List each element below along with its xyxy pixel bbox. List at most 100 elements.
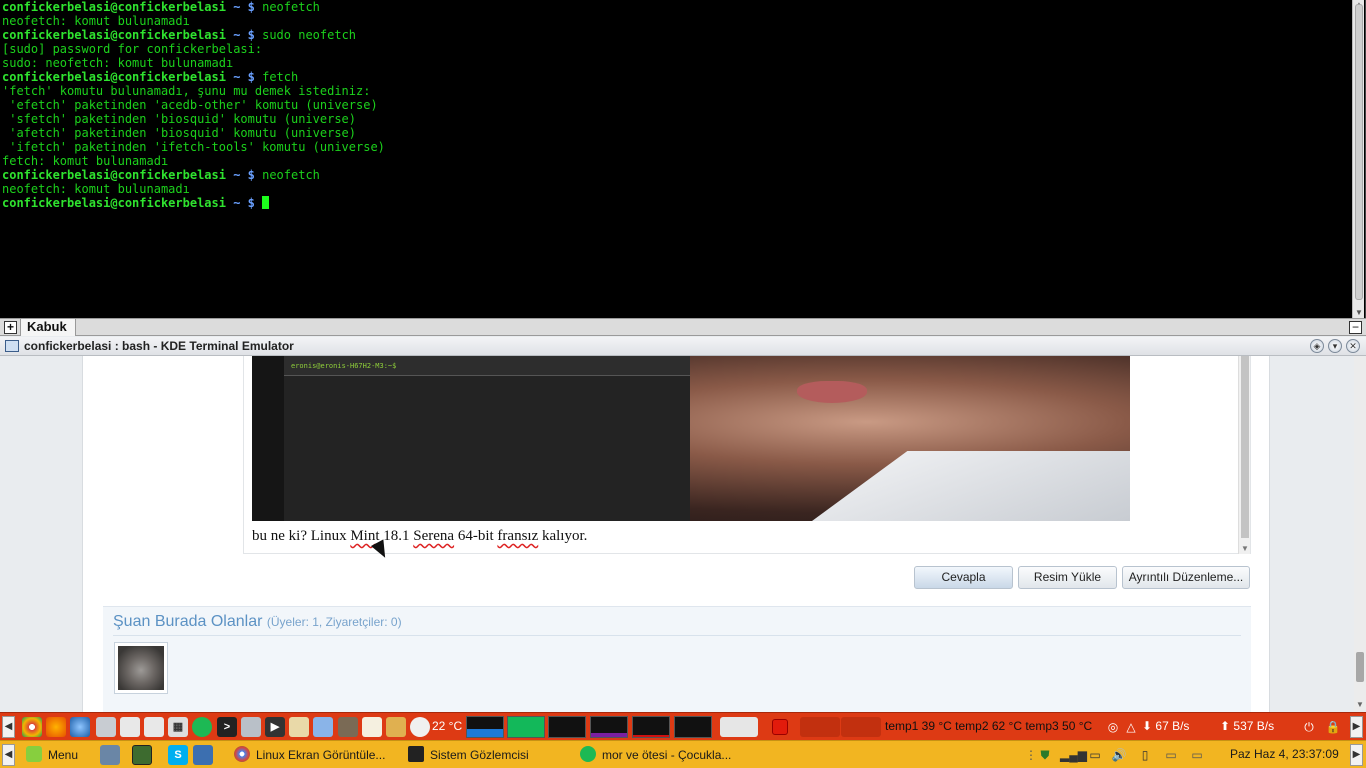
- terminal-tabbar: + Kabuk −: [0, 318, 1366, 336]
- editor-scroll-thumb[interactable]: [1241, 356, 1249, 538]
- download-speed: ⬇ 67 B/s: [1142, 719, 1190, 733]
- online-users-heading: Şuan Burada Olanlar (Üyeler: 1, Ziyaretç…: [113, 613, 402, 631]
- tool-launcher-icon[interactable]: [96, 717, 116, 737]
- close-icon[interactable]: ✕: [1346, 339, 1360, 353]
- drive-icon[interactable]: ▭: [1162, 746, 1180, 764]
- task-spotify[interactable]: mor ve ötesi - Çocukla...: [580, 744, 731, 766]
- forum-page: eronis@eronis-H67H2-M3:~$ bu ne ki? Linu…: [0, 356, 1366, 712]
- skype-icon[interactable]: S: [168, 745, 188, 765]
- window-titlebar[interactable]: confickerbelasi : bash - KDE Terminal Em…: [0, 337, 1366, 356]
- panel-left-arrow-icon[interactable]: ◀: [2, 744, 15, 766]
- net-graph[interactable]: [632, 716, 670, 738]
- online-counts: (Üyeler: 1, Ziyaretçiler: 0): [266, 615, 402, 629]
- page-scroll-thumb[interactable]: [1356, 652, 1364, 682]
- misspelled-word[interactable]: Mint: [350, 528, 379, 544]
- load-graph[interactable]: [674, 716, 712, 738]
- workspace-2[interactable]: [800, 717, 840, 737]
- terminal-scrollbar[interactable]: ▲ ▼: [1352, 0, 1364, 318]
- desktop-icon[interactable]: [132, 745, 152, 765]
- swap-graph[interactable]: [548, 716, 586, 738]
- window-launcher-icon[interactable]: [241, 717, 261, 737]
- weather-icon[interactable]: [410, 717, 430, 737]
- reply-button[interactable]: Cevapla: [914, 566, 1013, 589]
- disk-launcher-icon[interactable]: [120, 717, 140, 737]
- shield-icon[interactable]: ⛊: [1036, 746, 1054, 764]
- chrome-window-thumb[interactable]: [720, 717, 758, 737]
- panel-right-arrow-icon[interactable]: ▶: [1350, 744, 1363, 766]
- panel-left-arrow-icon[interactable]: ◀: [2, 716, 15, 738]
- image-launcher-icon[interactable]: [313, 717, 333, 737]
- monitor-icon: [408, 746, 424, 762]
- editor-scrollbar[interactable]: ▼: [1238, 356, 1250, 554]
- new-tab-icon[interactable]: +: [4, 321, 17, 334]
- tab-kabuk[interactable]: Kabuk: [20, 319, 76, 336]
- terminal-output-line: 'fetch' komutu bulunamadı, şunu mu demek…: [2, 84, 371, 98]
- terminal-output[interactable]: confickerbelasi@confickerbelasi ~ $ neof…: [2, 0, 1352, 210]
- upload-image-button[interactable]: Resim Yükle: [1018, 566, 1117, 589]
- online-title: Şuan Burada Olanlar: [113, 613, 263, 630]
- task-system-monitor[interactable]: Sistem Gözlemcisi: [408, 744, 529, 766]
- prompt-path: ~ $: [225, 168, 263, 182]
- notes-launcher-icon[interactable]: [362, 717, 382, 737]
- wifi-icon[interactable]: ◎: [1104, 718, 1122, 736]
- terminal-window[interactable]: confickerbelasi@confickerbelasi ~ $ neof…: [0, 0, 1366, 318]
- keep-above-icon[interactable]: ◈: [1310, 339, 1324, 353]
- terminal-launcher-icon[interactable]: >: [217, 717, 237, 737]
- task-chrome[interactable]: Linux Ekran Görüntüle...: [234, 744, 385, 766]
- feather-launcher-icon[interactable]: [289, 717, 309, 737]
- terminal-prompt-line: confickerbelasi@confickerbelasi ~ $: [2, 196, 1352, 210]
- gimp-launcher-icon[interactable]: [338, 717, 358, 737]
- spotify-launcher-icon[interactable]: [192, 717, 212, 737]
- disk2-launcher-icon[interactable]: [144, 717, 164, 737]
- display-icon[interactable]: ▭: [1086, 746, 1104, 764]
- prompt-command: sudo neofetch: [262, 28, 357, 42]
- disk-graph[interactable]: [590, 716, 628, 738]
- volume-icon[interactable]: 🔊: [1110, 746, 1128, 764]
- stop-icon[interactable]: [772, 719, 788, 735]
- minimize-icon[interactable]: ▾: [1328, 339, 1342, 353]
- chrome-launcher-icon[interactable]: [22, 717, 42, 737]
- avatar[interactable]: [114, 642, 168, 694]
- calculator-launcher-icon[interactable]: ▦: [168, 717, 188, 737]
- menu-button[interactable]: Menu: [26, 744, 78, 766]
- panel-right-arrow-icon[interactable]: ▶: [1350, 716, 1363, 738]
- page-scrollbar[interactable]: ▼: [1354, 356, 1366, 712]
- close-tab-icon[interactable]: −: [1349, 321, 1362, 334]
- scroll-down-icon[interactable]: ▼: [1354, 700, 1366, 710]
- misspelled-word[interactable]: Serena: [413, 528, 454, 544]
- embedded-prompt: eronis@eronis-H67H2-M3:~$: [291, 362, 397, 370]
- post-editor[interactable]: eronis@eronis-H67H2-M3:~$ bu ne ki? Linu…: [243, 356, 1251, 554]
- power-icon[interactable]: ⏻: [1300, 718, 1318, 736]
- signal-icon[interactable]: ▂▄▆: [1060, 746, 1087, 764]
- scroll-down-icon[interactable]: ▼: [1239, 544, 1251, 554]
- prompt-path: ~ $: [225, 196, 263, 210]
- browser-launcher-icon[interactable]: [70, 717, 90, 737]
- workspace-3[interactable]: [841, 717, 881, 737]
- network-icon[interactable]: △: [1122, 718, 1140, 736]
- cpu-graph[interactable]: [466, 716, 504, 738]
- advanced-edit-button[interactable]: Ayrıntılı Düzenleme...: [1122, 566, 1250, 589]
- terminal-scroll-thumb[interactable]: [1355, 4, 1363, 300]
- misspelled-word[interactable]: fransız: [497, 528, 538, 544]
- scroll-down-icon[interactable]: ▼: [1353, 308, 1365, 318]
- terminal-prompt-line: confickerbelasi@confickerbelasi ~ $ fetc…: [2, 70, 1352, 84]
- app-icon[interactable]: [193, 745, 213, 765]
- prompt-command: fetch: [262, 70, 299, 84]
- image-detail: [797, 381, 867, 403]
- terminal-output-line: sudo: neofetch: komut bulunamadı: [2, 56, 234, 70]
- memory-graph[interactable]: [507, 716, 545, 738]
- drive2-icon[interactable]: ▭: [1188, 746, 1206, 764]
- lock-icon[interactable]: 🔒: [1324, 718, 1342, 736]
- show-desktop-icon[interactable]: [100, 745, 120, 765]
- terminal-output-line: neofetch: komut bulunamadı: [2, 14, 190, 28]
- battery-icon[interactable]: ▯: [1136, 746, 1154, 764]
- prompt-command: neofetch: [262, 0, 320, 14]
- firefox-launcher-icon[interactable]: [46, 717, 66, 737]
- post-text[interactable]: bu ne ki? Linux Mint 18.1 Serena 64-bit …: [252, 528, 587, 545]
- online-users-section: Şuan Burada Olanlar (Üyeler: 1, Ziyaretç…: [103, 606, 1251, 712]
- terminal-output-line: [sudo] password for confickerbelasi:: [2, 42, 263, 56]
- video-launcher-icon[interactable]: ▶: [265, 717, 285, 737]
- package-launcher-icon[interactable]: [386, 717, 406, 737]
- clock[interactable]: Paz Haz 4, 23:37:09: [1230, 747, 1339, 761]
- prompt-command: neofetch: [262, 168, 320, 182]
